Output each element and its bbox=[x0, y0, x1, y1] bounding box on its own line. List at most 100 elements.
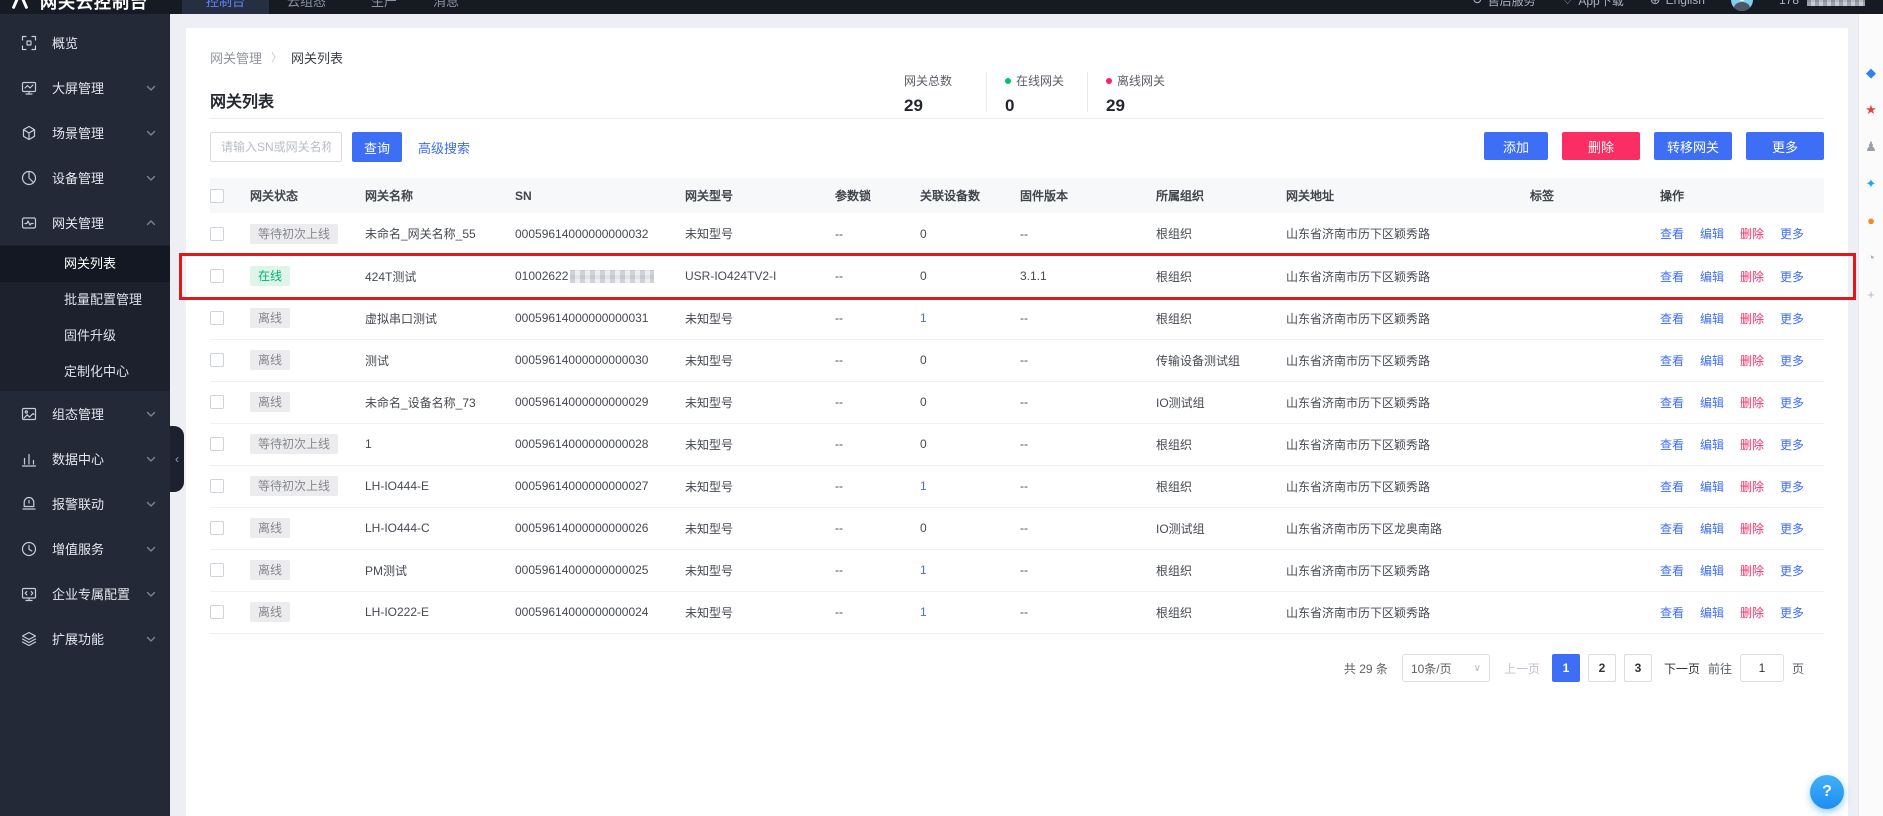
user-icon[interactable]: ♟ bbox=[1865, 140, 1877, 153]
page-number-2[interactable]: 2 bbox=[1588, 654, 1616, 682]
row-checkbox[interactable] bbox=[210, 227, 224, 241]
goto-page-input[interactable] bbox=[1740, 654, 1784, 682]
sidebar-item-企业专属配置[interactable]: 企业专属配置 bbox=[0, 571, 170, 616]
row-checkbox[interactable] bbox=[210, 353, 224, 367]
sidebar-item-场景管理[interactable]: 场景管理 bbox=[0, 110, 170, 155]
page-size-select[interactable]: 10条/页∨ bbox=[1402, 654, 1490, 682]
search-input[interactable] bbox=[210, 132, 342, 162]
编辑-link[interactable]: 编辑 bbox=[1700, 564, 1724, 578]
sidebar-item-增值服务[interactable]: 增值服务 bbox=[0, 526, 170, 571]
sidebar-item-固件升级[interactable]: 固件升级 bbox=[0, 318, 170, 354]
favorite-icon[interactable]: ★ bbox=[1865, 103, 1877, 116]
row-checkbox[interactable] bbox=[210, 563, 224, 577]
更多-link[interactable]: 更多 bbox=[1780, 396, 1804, 410]
sidebar-item-大屏管理[interactable]: 大屏管理 bbox=[0, 65, 170, 110]
next-page-button[interactable]: 下一页 bbox=[1664, 660, 1700, 677]
添加-button[interactable]: 添加 bbox=[1484, 132, 1548, 160]
编辑-link[interactable]: 编辑 bbox=[1700, 522, 1724, 536]
查看-link[interactable]: 查看 bbox=[1660, 396, 1684, 410]
删除-link[interactable]: 删除 bbox=[1740, 354, 1764, 368]
topbar-item[interactable]: ⊕English bbox=[1650, 0, 1705, 8]
device-count-link[interactable]: 1 bbox=[920, 605, 927, 619]
更多-link[interactable]: 更多 bbox=[1780, 606, 1804, 620]
chat-icon[interactable]: ✦ bbox=[1866, 177, 1877, 190]
help-button[interactable]: ? bbox=[1810, 775, 1844, 809]
office-icon[interactable]: ● bbox=[1867, 214, 1875, 227]
删除-link[interactable]: 删除 bbox=[1740, 312, 1764, 326]
查看-link[interactable]: 查看 bbox=[1660, 522, 1684, 536]
advanced-search-link[interactable]: 高级搜索 bbox=[418, 138, 470, 157]
编辑-link[interactable]: 编辑 bbox=[1700, 606, 1724, 620]
删除-button[interactable]: 删除 bbox=[1562, 132, 1640, 160]
page-number-3[interactable]: 3 bbox=[1624, 654, 1652, 682]
row-checkbox[interactable] bbox=[210, 605, 224, 619]
查看-link[interactable]: 查看 bbox=[1660, 227, 1684, 241]
删除-link[interactable]: 删除 bbox=[1740, 227, 1764, 241]
device-count-link[interactable]: 1 bbox=[920, 311, 927, 325]
history-icon[interactable]: ◔ bbox=[1867, 251, 1875, 264]
删除-link[interactable]: 删除 bbox=[1740, 522, 1764, 536]
device-count-link[interactable]: 1 bbox=[920, 479, 927, 493]
sidebar-collapse-handle[interactable]: ‹ bbox=[170, 426, 184, 492]
删除-link[interactable]: 删除 bbox=[1740, 438, 1764, 452]
query-button[interactable]: 查询 bbox=[352, 132, 402, 162]
device-count-link[interactable]: 1 bbox=[920, 563, 927, 577]
row-checkbox[interactable] bbox=[210, 479, 224, 493]
更多-link[interactable]: 更多 bbox=[1780, 522, 1804, 536]
更多-link[interactable]: 更多 bbox=[1780, 312, 1804, 326]
查看-link[interactable]: 查看 bbox=[1660, 564, 1684, 578]
sidebar-item-定制化中心[interactable]: 定制化中心 bbox=[0, 354, 170, 390]
row-checkbox[interactable] bbox=[210, 311, 224, 325]
prev-page-button[interactable]: 上一页 bbox=[1504, 660, 1540, 677]
select-all-checkbox[interactable] bbox=[210, 189, 224, 203]
bookmark-icon[interactable]: ◆ bbox=[1866, 66, 1876, 79]
更多-link[interactable]: 更多 bbox=[1780, 438, 1804, 452]
编辑-link[interactable]: 编辑 bbox=[1700, 480, 1724, 494]
top-tab[interactable]: 消息 bbox=[415, 0, 477, 14]
更多-link[interactable]: 更多 bbox=[1780, 480, 1804, 494]
编辑-link[interactable]: 编辑 bbox=[1700, 270, 1724, 284]
编辑-link[interactable]: 编辑 bbox=[1700, 227, 1724, 241]
top-tab[interactable]: 云组态 bbox=[269, 0, 353, 14]
删除-link[interactable]: 删除 bbox=[1740, 396, 1764, 410]
查看-link[interactable]: 查看 bbox=[1660, 270, 1684, 284]
更多-link[interactable]: 更多 bbox=[1780, 270, 1804, 284]
更多-link[interactable]: 更多 bbox=[1780, 354, 1804, 368]
转移网关-button[interactable]: 转移网关 bbox=[1654, 132, 1732, 160]
删除-link[interactable]: 删除 bbox=[1740, 606, 1764, 620]
查看-link[interactable]: 查看 bbox=[1660, 606, 1684, 620]
sidebar-item-报警联动[interactable]: 报警联动 bbox=[0, 481, 170, 526]
删除-link[interactable]: 删除 bbox=[1740, 270, 1764, 284]
查看-link[interactable]: 查看 bbox=[1660, 438, 1684, 452]
sidebar-item-概览[interactable]: 概览 bbox=[0, 20, 170, 65]
sidebar-item-批量配置管理[interactable]: 批量配置管理 bbox=[0, 282, 170, 318]
top-tab[interactable]: 控制台 bbox=[182, 0, 269, 14]
page-number-1[interactable]: 1 bbox=[1552, 654, 1580, 682]
row-checkbox[interactable] bbox=[210, 269, 224, 283]
更多-link[interactable]: 更多 bbox=[1780, 564, 1804, 578]
更多-link[interactable]: 更多 bbox=[1780, 227, 1804, 241]
更多-button[interactable]: 更多 bbox=[1746, 132, 1824, 160]
编辑-link[interactable]: 编辑 bbox=[1700, 354, 1724, 368]
sidebar-item-设备管理[interactable]: 设备管理 bbox=[0, 155, 170, 200]
sidebar-item-扩展功能[interactable]: 扩展功能 bbox=[0, 616, 170, 661]
删除-link[interactable]: 删除 bbox=[1740, 564, 1764, 578]
编辑-link[interactable]: 编辑 bbox=[1700, 312, 1724, 326]
sidebar-item-网关列表[interactable]: 网关列表 bbox=[0, 246, 170, 282]
row-checkbox[interactable] bbox=[210, 521, 224, 535]
top-tab[interactable]: 生产 bbox=[353, 0, 415, 14]
topbar-item[interactable]: ♡App下载 bbox=[1562, 0, 1624, 9]
avatar[interactable] bbox=[1731, 0, 1753, 11]
topbar-item[interactable]: ↻售后服务 bbox=[1472, 0, 1536, 9]
sidebar-item-网关管理[interactable]: 网关管理 bbox=[0, 200, 170, 245]
sidebar-item-数据中心[interactable]: 数据中心 bbox=[0, 436, 170, 481]
add-icon[interactable]: + bbox=[1867, 288, 1875, 301]
breadcrumb-item[interactable]: 网关管理 bbox=[210, 48, 262, 67]
查看-link[interactable]: 查看 bbox=[1660, 354, 1684, 368]
删除-link[interactable]: 删除 bbox=[1740, 480, 1764, 494]
row-checkbox[interactable] bbox=[210, 437, 224, 451]
查看-link[interactable]: 查看 bbox=[1660, 480, 1684, 494]
查看-link[interactable]: 查看 bbox=[1660, 312, 1684, 326]
编辑-link[interactable]: 编辑 bbox=[1700, 438, 1724, 452]
row-checkbox[interactable] bbox=[210, 395, 224, 409]
